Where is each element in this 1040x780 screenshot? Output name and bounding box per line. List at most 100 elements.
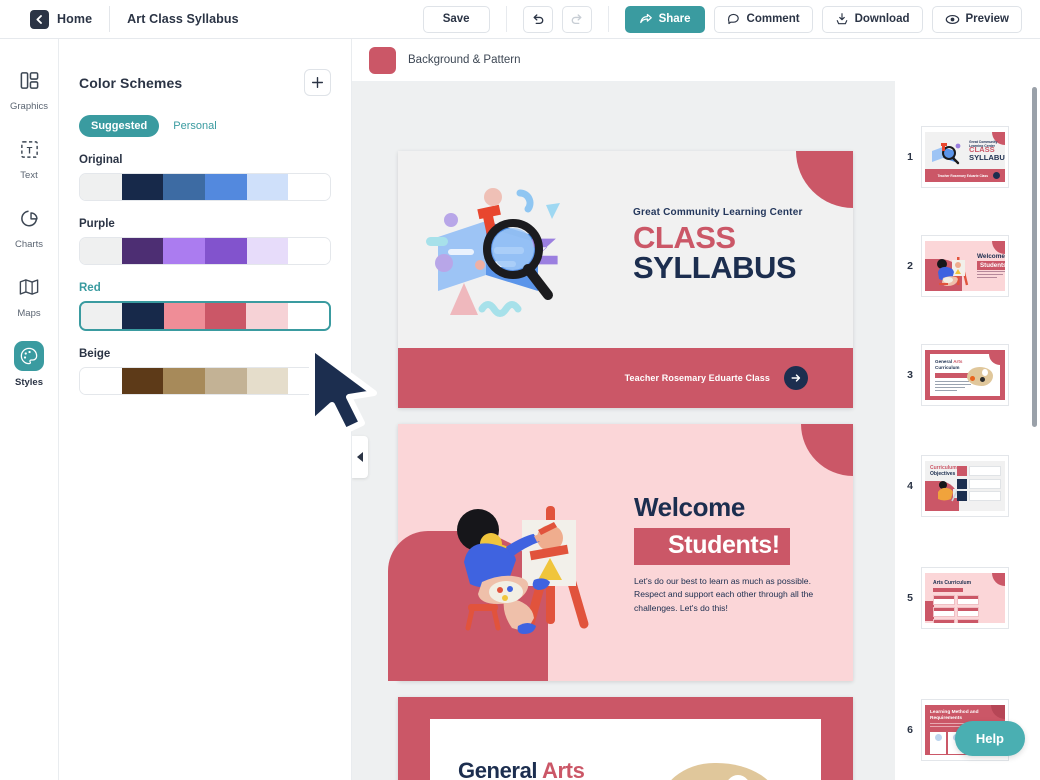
thumbnail-number-2: 2 xyxy=(907,260,913,272)
swatch-color-2 xyxy=(163,238,206,264)
tab-personal[interactable]: Personal xyxy=(169,115,228,137)
sidebar-item-charts[interactable]: Charts xyxy=(0,203,59,250)
slide-1-teacher: Teacher Rosemary Eduarte Class xyxy=(624,373,770,383)
home-label: Home xyxy=(57,12,93,26)
swatch-color-3 xyxy=(205,174,247,200)
home-button[interactable]: Home xyxy=(30,9,93,29)
swatch-color-1 xyxy=(121,174,164,200)
help-button[interactable]: Help xyxy=(954,721,1025,756)
chevron-left-icon xyxy=(356,452,363,462)
slide-1-eyebrow: Great Community Learning Center xyxy=(633,207,803,218)
scheme-original: Original xyxy=(79,154,331,201)
tab-suggested[interactable]: Suggested xyxy=(79,115,160,137)
share-button[interactable]: Share xyxy=(624,5,705,33)
thumbnail-1[interactable]: Great Community Learning Center CLASS SY… xyxy=(921,126,1009,188)
comment-button[interactable]: Comment xyxy=(713,5,813,33)
add-scheme-button[interactable] xyxy=(304,69,331,96)
swatch-color-0 xyxy=(80,238,122,264)
share-label: Share xyxy=(658,13,691,25)
scheme-swatch-red[interactable] xyxy=(79,301,331,331)
swatch-color-3 xyxy=(205,238,247,264)
scheme-swatch-purple[interactable] xyxy=(79,237,331,265)
slide-3-title: General Arts Curriculum xyxy=(458,758,585,780)
scheme-label-original: Original xyxy=(79,154,123,166)
thumbnail-number-3: 3 xyxy=(907,369,913,381)
slide-1[interactable]: Great Community Learning Center CLASS SY… xyxy=(398,151,853,408)
swatch-color-2 xyxy=(163,368,206,394)
color-schemes-panel: Color Schemes Suggested Personal Origina… xyxy=(59,39,377,780)
painter-illustration xyxy=(457,506,589,634)
thumbnail-5[interactable]: Arts Curriculum xyxy=(921,567,1009,629)
swatch-color-0 xyxy=(80,174,122,200)
thumbnail-2[interactable]: Welcome Students! xyxy=(921,235,1009,297)
preview-button[interactable]: Preview xyxy=(931,5,1022,33)
scheme-red: Red xyxy=(79,282,331,331)
styles-icon xyxy=(14,341,44,371)
slide-3[interactable]: General Arts Curriculum We will study ba… xyxy=(398,697,853,780)
thumbnail-4[interactable]: Curriculum Objectives xyxy=(921,455,1009,517)
corner-decoration xyxy=(796,151,853,208)
comment-icon xyxy=(727,13,739,25)
swatch-color-1 xyxy=(121,238,164,264)
page-title: Color Schemes xyxy=(79,74,183,91)
scheme-purple: Purple xyxy=(79,218,331,265)
thumbnail-row-2[interactable]: 2 Welcome Students! xyxy=(895,235,1025,297)
swatch-color-5 xyxy=(288,174,330,200)
slide-2-title-2: Students! xyxy=(634,528,790,565)
maps-icon xyxy=(14,272,44,302)
sidebar-item-text[interactable]: T Text xyxy=(0,134,59,181)
palette-illustration xyxy=(659,763,779,780)
app-root: Home Art Class Syllabus Save Share Comme… xyxy=(0,0,1040,780)
document-title: Art Class Syllabus xyxy=(127,12,239,26)
scheme-tabs: Suggested Personal xyxy=(79,115,331,137)
swatch-color-1 xyxy=(121,368,164,394)
redo-icon xyxy=(571,14,582,25)
share-icon xyxy=(639,13,652,24)
sidebar-item-graphics[interactable]: Graphics xyxy=(0,65,59,112)
top-toolbar: Home Art Class Syllabus Save Share Comme… xyxy=(0,0,1040,39)
comment-label: Comment xyxy=(746,13,800,25)
preview-label: Preview xyxy=(965,13,1009,25)
sidebar-label-charts: Charts xyxy=(15,239,43,250)
thumbnail-row-1[interactable]: 1 Great Community Learning Center CLASS … xyxy=(895,126,1025,188)
background-color-swatch[interactable] xyxy=(369,46,396,74)
thumbnail-row-3[interactable]: 3 General Arts Curriculum xyxy=(895,344,1025,406)
scheme-swatch-beige[interactable] xyxy=(79,367,331,395)
scheme-swatch-original[interactable] xyxy=(79,173,331,201)
palette-hole xyxy=(725,775,751,780)
slide-1-text: Great Community Learning Center CLASS SY… xyxy=(633,207,803,283)
slide-1-title-2: SYLLABUS xyxy=(633,250,797,286)
corner-decoration-2 xyxy=(801,424,853,476)
svg-text:T: T xyxy=(26,145,32,155)
slide-3-title-1: General xyxy=(458,758,543,780)
undo-button[interactable] xyxy=(522,5,553,33)
sidebar-label-maps: Maps xyxy=(17,308,41,319)
left-icon-rail: Graphics T Text Charts Maps Styles xyxy=(0,39,59,780)
thumbnail-row-5[interactable]: 5 Arts Curriculum xyxy=(895,567,1025,629)
scheme-label-red: Red xyxy=(79,282,101,294)
chevron-down-icon[interactable] xyxy=(261,15,273,23)
swatch-color-4 xyxy=(246,238,289,264)
save-button[interactable]: Save xyxy=(422,5,490,33)
redo-button[interactable] xyxy=(561,5,592,33)
text-icon: T xyxy=(14,134,44,164)
arrow-right-icon xyxy=(784,366,808,390)
panel-header: Color Schemes xyxy=(79,69,331,96)
scheme-label-beige: Beige xyxy=(79,348,111,360)
thumbnail-number-1: 1 xyxy=(907,151,913,163)
thumbnail-3[interactable]: General Arts Curriculum xyxy=(921,344,1009,406)
sidebar-item-maps[interactable]: Maps xyxy=(0,272,59,319)
download-button[interactable]: Download xyxy=(821,5,923,33)
sidebar-item-styles[interactable]: Styles xyxy=(0,341,59,388)
thumbnail-row-4[interactable]: 4 Curriculum Objectives xyxy=(895,455,1025,517)
toolbar-divider xyxy=(109,6,111,32)
undo-icon xyxy=(533,14,543,25)
thumbnail-scrollbar[interactable] xyxy=(1032,87,1037,427)
download-icon xyxy=(836,13,847,25)
slide-2[interactable]: Welcome Students! Let's do our best to l… xyxy=(388,424,853,681)
slide-1-title-1: CLASS xyxy=(633,220,736,255)
swatch-color-1 xyxy=(122,303,164,329)
swatch-color-3 xyxy=(205,368,247,394)
prev-slide-button[interactable] xyxy=(352,436,368,478)
thumbnail-number-5: 5 xyxy=(907,592,913,604)
